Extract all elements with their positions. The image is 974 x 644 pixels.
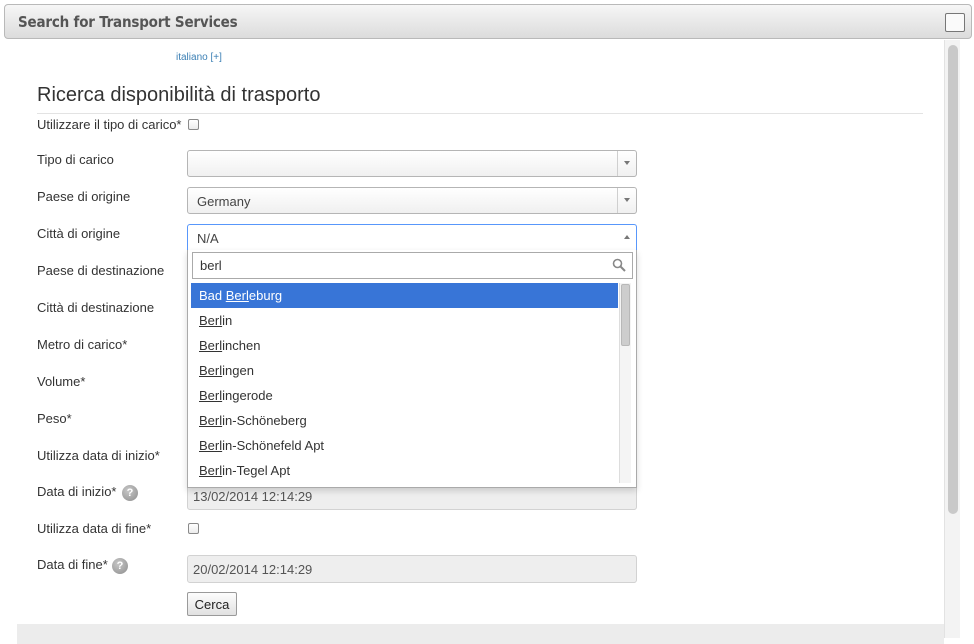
volume-label: Volume* (37, 374, 86, 389)
end-date-field[interactable]: 20/02/2014 12:14:29 (187, 555, 637, 583)
result-match: Berl (225, 288, 249, 303)
city-result-item[interactable]: Berlingen (191, 358, 618, 383)
city-results-scrollbar[interactable] (619, 283, 631, 483)
dest-city-label: Città di destinazione (37, 300, 155, 315)
result-suffix: in-Schönefeld Apt (222, 438, 325, 453)
city-result-item[interactable]: Berlingerode (191, 383, 618, 408)
use-start-date-label: Utilizza data di inizio* (37, 448, 160, 463)
load-meter-label: Metro di carico* (37, 337, 128, 352)
chevron-up-icon (624, 235, 630, 239)
result-match: Berl (199, 313, 223, 328)
search-icon (612, 258, 626, 272)
city-result-item[interactable]: Berlin-Schöneberg (191, 408, 618, 433)
result-suffix: ingen (222, 363, 254, 378)
load-type-label: Tipo di carico (37, 152, 114, 167)
city-result-item[interactable]: Berlinchen (191, 333, 618, 358)
city-search-box[interactable] (192, 252, 633, 279)
result-match: Berl (199, 388, 223, 403)
origin-country-label: Paese di origine (37, 189, 131, 204)
help-icon[interactable]: ? (122, 485, 138, 501)
result-suffix: in-Tegel Apt (222, 463, 291, 478)
result-match: Berl (199, 463, 223, 478)
result-match: Berl (199, 363, 223, 378)
city-result-item[interactable]: Berlin (191, 308, 618, 333)
result-prefix: Bad (199, 288, 226, 303)
end-date-label: Data di fine* (37, 557, 108, 572)
page-scrollbar[interactable] (944, 40, 960, 638)
result-match: Berl (199, 338, 223, 353)
title-divider (37, 113, 923, 114)
page-title: Ricerca disponibilità di trasporto (37, 84, 321, 106)
city-dropdown: Bad BerleburgBerlinBerlinchenBerlingenBe… (187, 250, 637, 488)
origin-city-select[interactable]: N/A (187, 224, 637, 250)
origin-country-value: Germany (197, 194, 251, 209)
city-result-item[interactable]: Bad Berleburg (191, 283, 618, 308)
city-search-input[interactable] (193, 253, 603, 278)
dest-country-label: Paese di destinazione (37, 263, 165, 278)
origin-city-label: Città di origine (37, 226, 121, 241)
origin-country-arrow[interactable] (617, 188, 636, 213)
help-icon[interactable]: ? (112, 558, 128, 574)
result-suffix: ingerode (222, 388, 273, 403)
end-date-value: 20/02/2014 12:14:29 (193, 562, 313, 577)
use-load-type-label: Utilizzare il tipo di carico* (37, 117, 182, 132)
page-scrollbar-thumb[interactable] (948, 45, 958, 514)
origin-country-select[interactable]: Germany (187, 187, 637, 214)
city-result-item[interactable]: Berlin-Schönefeld Apt (191, 433, 618, 458)
maximize-button[interactable] (945, 13, 965, 32)
use-end-date-checkbox[interactable] (188, 523, 199, 534)
chevron-down-icon (624, 161, 630, 165)
use-load-type-checkbox[interactable] (188, 119, 199, 130)
weight-label: Peso* (37, 411, 72, 426)
city-results-list: Bad Berleburg Berlin Berlinchen Berlingen Be… (191, 283, 618, 483)
origin-city-value: N/A (197, 231, 219, 246)
window-titlebar: Search for Transport Services (4, 4, 972, 39)
result-match: Berl (199, 413, 223, 428)
search-button[interactable]: Cerca (187, 592, 237, 616)
window-title: Search for Transport Services (18, 13, 238, 31)
use-end-date-label: Utilizza data di fine* (37, 521, 152, 536)
start-date-value: 13/02/2014 12:14:29 (193, 489, 313, 504)
city-result-item[interactable]: Berlin-Tegel Apt (191, 458, 618, 483)
load-type-select[interactable] (187, 150, 637, 177)
result-suffix: in (222, 313, 233, 328)
result-suffix: eburg (248, 288, 283, 303)
bottom-strip (17, 624, 944, 644)
result-suffix: inchen (222, 338, 261, 353)
city-results-scrollbar-thumb[interactable] (621, 284, 630, 346)
result-suffix: in-Schöneberg (222, 413, 307, 428)
language-link[interactable]: italiano [+] (176, 52, 222, 63)
load-type-arrow[interactable] (617, 151, 636, 176)
start-date-label: Data di inizio* (37, 484, 117, 499)
chevron-down-icon (624, 198, 630, 202)
result-match: Berl (199, 438, 223, 453)
